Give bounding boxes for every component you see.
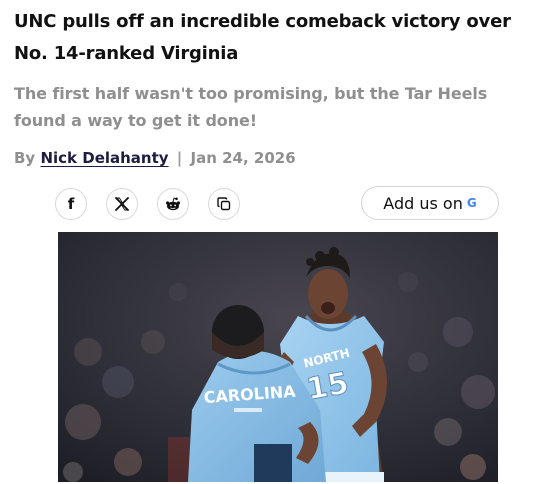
article-hero-image: NORTH 15 CAROLINA (58, 232, 498, 482)
reddit-icon (165, 197, 181, 211)
add-us-on-google-button[interactable]: Add us on G (361, 186, 499, 220)
article-headline: UNC pulls off an incredible comeback vic… (14, 11, 511, 64)
x-icon (115, 197, 129, 211)
add-us-label: Add us on (383, 193, 463, 213)
byline-separator: | (176, 149, 183, 167)
article-subheadline: The first half wasn't too promising, but… (14, 84, 488, 130)
share-reddit-button[interactable] (157, 188, 189, 220)
publish-date: Jan 24, 2026 (190, 149, 296, 167)
share-facebook-button[interactable]: f (55, 188, 87, 220)
copy-link-button[interactable] (208, 188, 240, 220)
byline: By Nick Delahanty | Jan 24, 2026 (14, 147, 296, 169)
author-link[interactable]: Nick Delahanty (40, 149, 168, 167)
byline-prefix: By (14, 149, 36, 167)
celebration-photo: NORTH 15 CAROLINA (58, 232, 498, 482)
google-icon: G (466, 196, 477, 210)
copy-link-icon (217, 197, 231, 211)
facebook-icon: f (67, 195, 75, 213)
share-x-button[interactable] (106, 188, 138, 220)
